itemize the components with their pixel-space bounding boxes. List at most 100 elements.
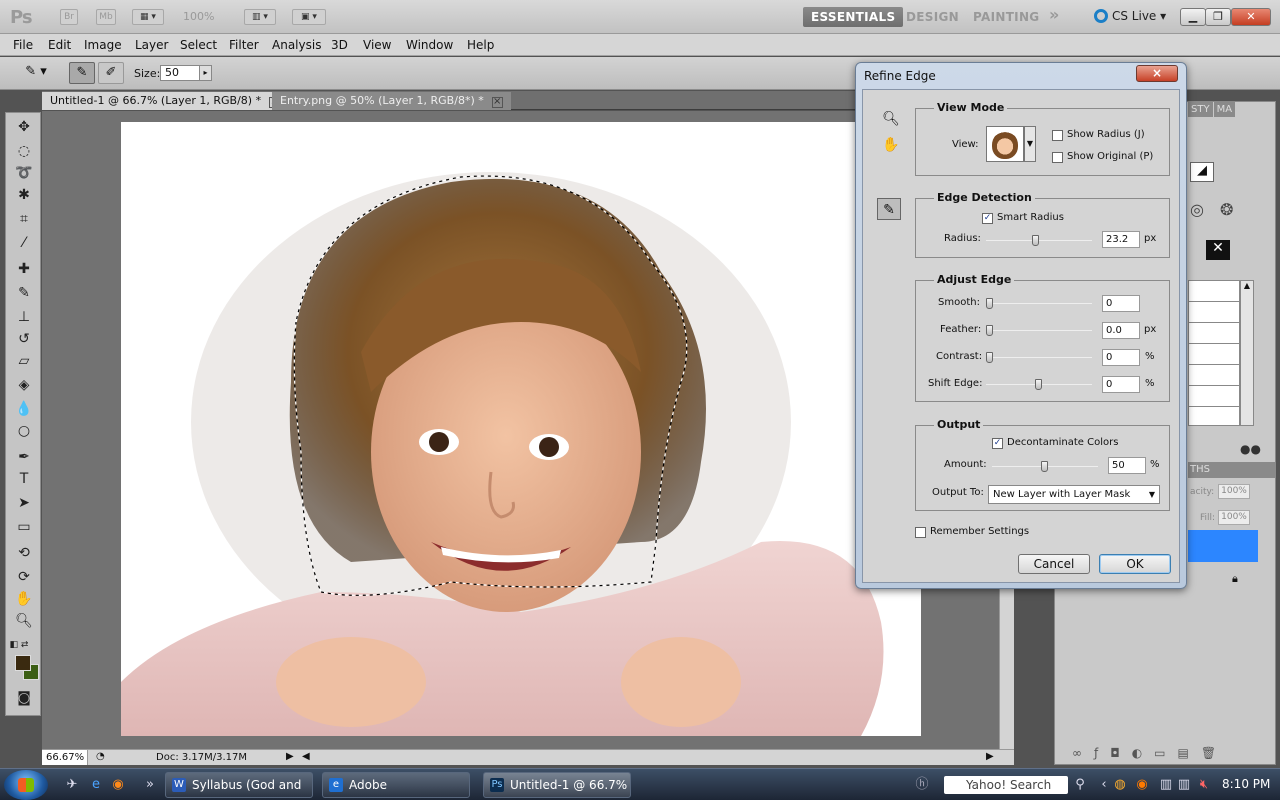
marquee-tool-icon[interactable]: ◌ xyxy=(13,141,35,161)
style-list[interactable] xyxy=(1188,280,1240,426)
tray-app-icon-2[interactable]: ◉ xyxy=(1134,777,1150,793)
tray-app-icon[interactable]: ◍ xyxy=(1112,777,1128,793)
feather-input[interactable]: 0.0 xyxy=(1102,322,1140,339)
minimize-button[interactable]: ▁ xyxy=(1180,8,1206,26)
firefox-icon[interactable]: ◉ xyxy=(110,777,126,793)
internet-explorer-icon[interactable]: e xyxy=(88,777,104,793)
feather-slider[interactable] xyxy=(986,325,1092,336)
radius-input[interactable]: 23.2 xyxy=(1102,231,1140,248)
menu-filter[interactable]: Filter xyxy=(229,38,259,52)
paths-panel-tab[interactable]: THS xyxy=(1188,462,1276,478)
contrast-input[interactable]: 0 xyxy=(1102,349,1140,366)
radius-slider-thumb[interactable] xyxy=(1032,235,1039,246)
tray-network-icon[interactable]: ▥ xyxy=(1158,777,1174,793)
fill-field[interactable]: 100% xyxy=(1218,510,1250,525)
selected-layer-row[interactable] xyxy=(1188,530,1258,562)
mini-bridge-button[interactable]: Mb xyxy=(96,9,116,25)
dialog-close-button[interactable]: × xyxy=(1136,65,1178,82)
hand-tool-icon[interactable]: ✋ xyxy=(879,134,903,156)
show-original-checkbox[interactable] xyxy=(1052,152,1063,163)
erase-refinements-tool-button[interactable]: ✐ xyxy=(98,62,124,84)
yahoo-search-box[interactable]: Yahoo! Search xyxy=(944,776,1068,794)
workspace-painting[interactable]: PAINTING xyxy=(973,7,1039,27)
arrange-documents-button[interactable]: ▥ ▾ xyxy=(244,9,276,25)
channel-mixer-icon[interactable]: ❂ xyxy=(1220,200,1242,220)
search-icon[interactable]: ⚲ xyxy=(1072,777,1088,793)
clone-stamp-tool-icon[interactable]: ⊥ xyxy=(13,307,35,327)
quick-mask-icon[interactable]: ◙ xyxy=(13,688,35,708)
tab-untitled-1[interactable]: Untitled-1 @ 66.7% (Layer 1, RGB/8) *× xyxy=(42,92,289,110)
paint-bucket-tool-icon[interactable]: ◈ xyxy=(13,375,35,395)
size-input[interactable]: 50 ▸ xyxy=(160,65,212,81)
opacity-field[interactable]: 100% xyxy=(1218,484,1250,499)
scroll-right-arrow-icon[interactable]: ▶ xyxy=(986,751,994,762)
shift-edge-input[interactable]: 0 xyxy=(1102,376,1140,393)
menu-help[interactable]: Help xyxy=(467,38,494,52)
tab-masks[interactable]: MA xyxy=(1213,102,1236,117)
radius-slider[interactable] xyxy=(986,235,1092,246)
hp-icon[interactable]: ⓗ xyxy=(914,777,930,793)
menu-image[interactable]: Image xyxy=(84,38,122,52)
bridge-button[interactable]: Br xyxy=(60,9,78,25)
refine-radius-tool-icon[interactable]: ✎ xyxy=(877,198,901,220)
taskbar-item-adobe-community[interactable]: e Adobe Community:... xyxy=(322,772,470,798)
size-slider-arrow-icon[interactable]: ▸ xyxy=(199,66,211,80)
crop-tool-icon[interactable]: ⌗ xyxy=(13,209,35,229)
tool-preset-picker[interactable]: ✎ ▾ xyxy=(16,62,56,84)
amount-slider[interactable] xyxy=(992,461,1098,472)
view-mode-dropdown-icon[interactable]: ▼ xyxy=(1024,126,1036,162)
status-menu-arrow-icon[interactable]: ▶ xyxy=(286,751,294,762)
workspace-design[interactable]: DESIGN xyxy=(906,7,959,27)
smooth-slider-thumb[interactable] xyxy=(986,298,993,309)
screen-mode-button[interactable]: ▣ ▾ xyxy=(292,9,326,25)
menu-file[interactable]: File xyxy=(13,38,33,52)
hand-tool-icon[interactable]: ✋ xyxy=(13,589,35,609)
eraser-tool-icon[interactable]: ▱ xyxy=(13,351,35,371)
tray-expand-icon[interactable]: ‹ xyxy=(1096,777,1112,793)
path-selection-tool-icon[interactable]: ➤ xyxy=(13,493,35,513)
taskbar-item-photoshop[interactable]: Ps Untitled-1 @ 66.7% ... xyxy=(483,772,631,798)
layers-panel-footer-icons[interactable]: ∞ƒ◘◐▭▤🗑 xyxy=(1072,746,1228,760)
lasso-tool-icon[interactable]: ➰ xyxy=(13,163,35,183)
scroll-left-arrow-icon[interactable]: ◀ xyxy=(302,751,310,762)
remember-settings-checkbox[interactable] xyxy=(915,527,926,538)
type-tool-icon[interactable]: T xyxy=(13,469,35,489)
amount-input[interactable]: 50 xyxy=(1108,457,1146,474)
refine-radius-tool-button[interactable]: ✎ xyxy=(69,62,95,84)
zoom-level[interactable]: 100% xyxy=(183,10,214,23)
restore-button[interactable]: ❐ xyxy=(1205,8,1231,26)
tab-styles[interactable]: STY xyxy=(1188,102,1213,117)
quick-selection-tool-icon[interactable]: ✱ xyxy=(13,185,35,205)
zoom-tool-icon[interactable]: 🔍︎ xyxy=(13,611,35,631)
taskbar-item-syllabus[interactable]: W Syllabus (God and C... xyxy=(165,772,313,798)
menu-window[interactable]: Window xyxy=(406,38,453,52)
zoom-tool-icon[interactable]: 🔍︎ xyxy=(879,108,903,130)
menu-select[interactable]: Select xyxy=(180,38,217,52)
dodge-tool-icon[interactable]: ○ xyxy=(13,421,35,441)
cancel-button[interactable]: Cancel xyxy=(1018,554,1090,574)
volume-muted-icon[interactable]: 🔇︎ xyxy=(1196,777,1212,793)
list-scrollbar[interactable]: ▲ xyxy=(1240,280,1254,426)
smooth-input[interactable]: 0 xyxy=(1102,295,1140,312)
contrast-slider[interactable] xyxy=(986,352,1092,363)
foreground-color-swatch[interactable] xyxy=(15,655,31,671)
menu-analysis[interactable]: Analysis xyxy=(272,38,321,52)
amount-slider-thumb[interactable] xyxy=(1041,461,1048,472)
view-extras-button[interactable]: ▦ ▾ xyxy=(132,9,164,25)
close-button[interactable]: ✕ xyxy=(1231,8,1271,26)
shift-edge-slider[interactable] xyxy=(986,379,1092,390)
shift-edge-slider-thumb[interactable] xyxy=(1035,379,1042,390)
document-canvas[interactable] xyxy=(121,122,921,736)
ok-button[interactable]: OK xyxy=(1099,554,1171,574)
brush-tool-icon[interactable]: ✎ xyxy=(13,283,35,303)
menu-layer[interactable]: Layer xyxy=(135,38,168,52)
eyedropper-tool-icon[interactable]: ⁄ xyxy=(13,233,35,253)
blur-tool-icon[interactable]: 💧 xyxy=(13,399,35,419)
default-colors-icon[interactable]: ◧ ⇄ xyxy=(8,635,30,655)
adjustment-icon[interactable]: ◢ xyxy=(1190,162,1214,182)
show-desktop-icon[interactable]: ✈ xyxy=(64,777,80,793)
status-info-icon[interactable]: ◔ xyxy=(96,751,105,762)
move-tool-icon[interactable]: ✥ xyxy=(13,117,35,137)
healing-brush-tool-icon[interactable]: ✚ xyxy=(13,259,35,279)
feather-slider-thumb[interactable] xyxy=(986,325,993,336)
